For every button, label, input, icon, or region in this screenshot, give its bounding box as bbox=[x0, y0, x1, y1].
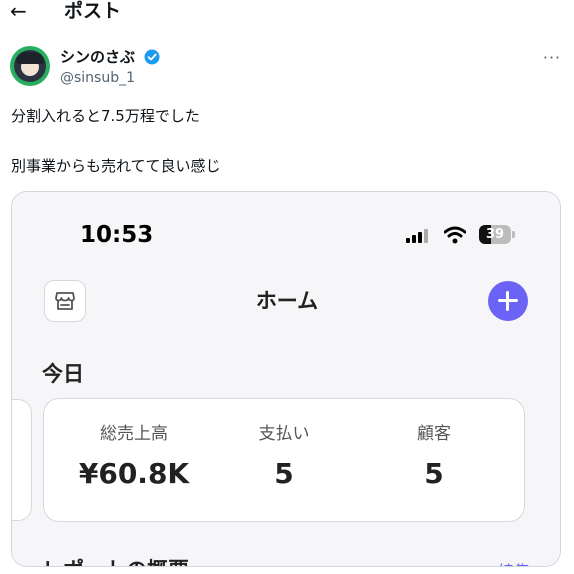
today-heading: 今日 bbox=[42, 362, 84, 386]
cellular-signal-icon bbox=[406, 229, 428, 243]
report-edit-link[interactable]: 編集 bbox=[498, 558, 530, 566]
app-screenshot: 10:53 39 ホーム 今日 総売上高 ¥60.8K 支払い 5 顧客 5 bbox=[12, 192, 560, 566]
status-bar-time: 10:53 bbox=[80, 222, 154, 248]
battery-icon: 39 bbox=[479, 225, 515, 244]
battery-tip bbox=[512, 231, 515, 238]
app-title: ホーム bbox=[255, 289, 319, 313]
more-options-icon[interactable]: ··· bbox=[540, 48, 564, 68]
attached-image[interactable]: 10:53 39 ホーム 今日 総売上高 ¥60.8K 支払い 5 顧客 5 bbox=[11, 191, 561, 567]
stat-value: 5 bbox=[424, 457, 444, 490]
add-button[interactable] bbox=[488, 281, 528, 321]
stat-label: 顧客 bbox=[417, 424, 451, 444]
verified-badge-icon bbox=[144, 49, 160, 65]
stat-value: ¥60.8K bbox=[78, 457, 190, 490]
back-arrow-icon[interactable]: ← bbox=[10, 0, 34, 24]
stat-total-sales: 総売上高 ¥60.8K bbox=[54, 423, 214, 491]
battery-level: 39 bbox=[485, 227, 505, 242]
report-heading: レポートの概要 bbox=[42, 554, 189, 566]
stat-label: 総売上高 bbox=[100, 424, 168, 444]
display-name[interactable]: シンのさぶ bbox=[60, 48, 135, 66]
stat-label: 支払い bbox=[258, 424, 310, 444]
avatar-hair bbox=[16, 52, 44, 64]
previous-card[interactable] bbox=[12, 399, 32, 521]
post-author: シンのさぶ @sinsub_1 ··· bbox=[10, 46, 564, 90]
today-stats-card[interactable]: 総売上高 ¥60.8K 支払い 5 顧客 5 bbox=[43, 398, 525, 522]
post-text-line: 別事業からも売れてて良い感じ bbox=[11, 157, 221, 175]
page-title: ポスト bbox=[64, 0, 122, 22]
post-text-line: 分割入れると7.5万程でした bbox=[11, 107, 200, 125]
stat-customers: 顧客 5 bbox=[354, 423, 514, 491]
top-bar: ← ポスト bbox=[0, 0, 574, 28]
avatar[interactable] bbox=[10, 46, 50, 86]
stat-value: 5 bbox=[274, 457, 294, 490]
stat-payments: 支払い 5 bbox=[204, 423, 364, 491]
user-handle[interactable]: @sinsub_1 bbox=[60, 70, 135, 86]
wifi-icon bbox=[444, 226, 466, 244]
